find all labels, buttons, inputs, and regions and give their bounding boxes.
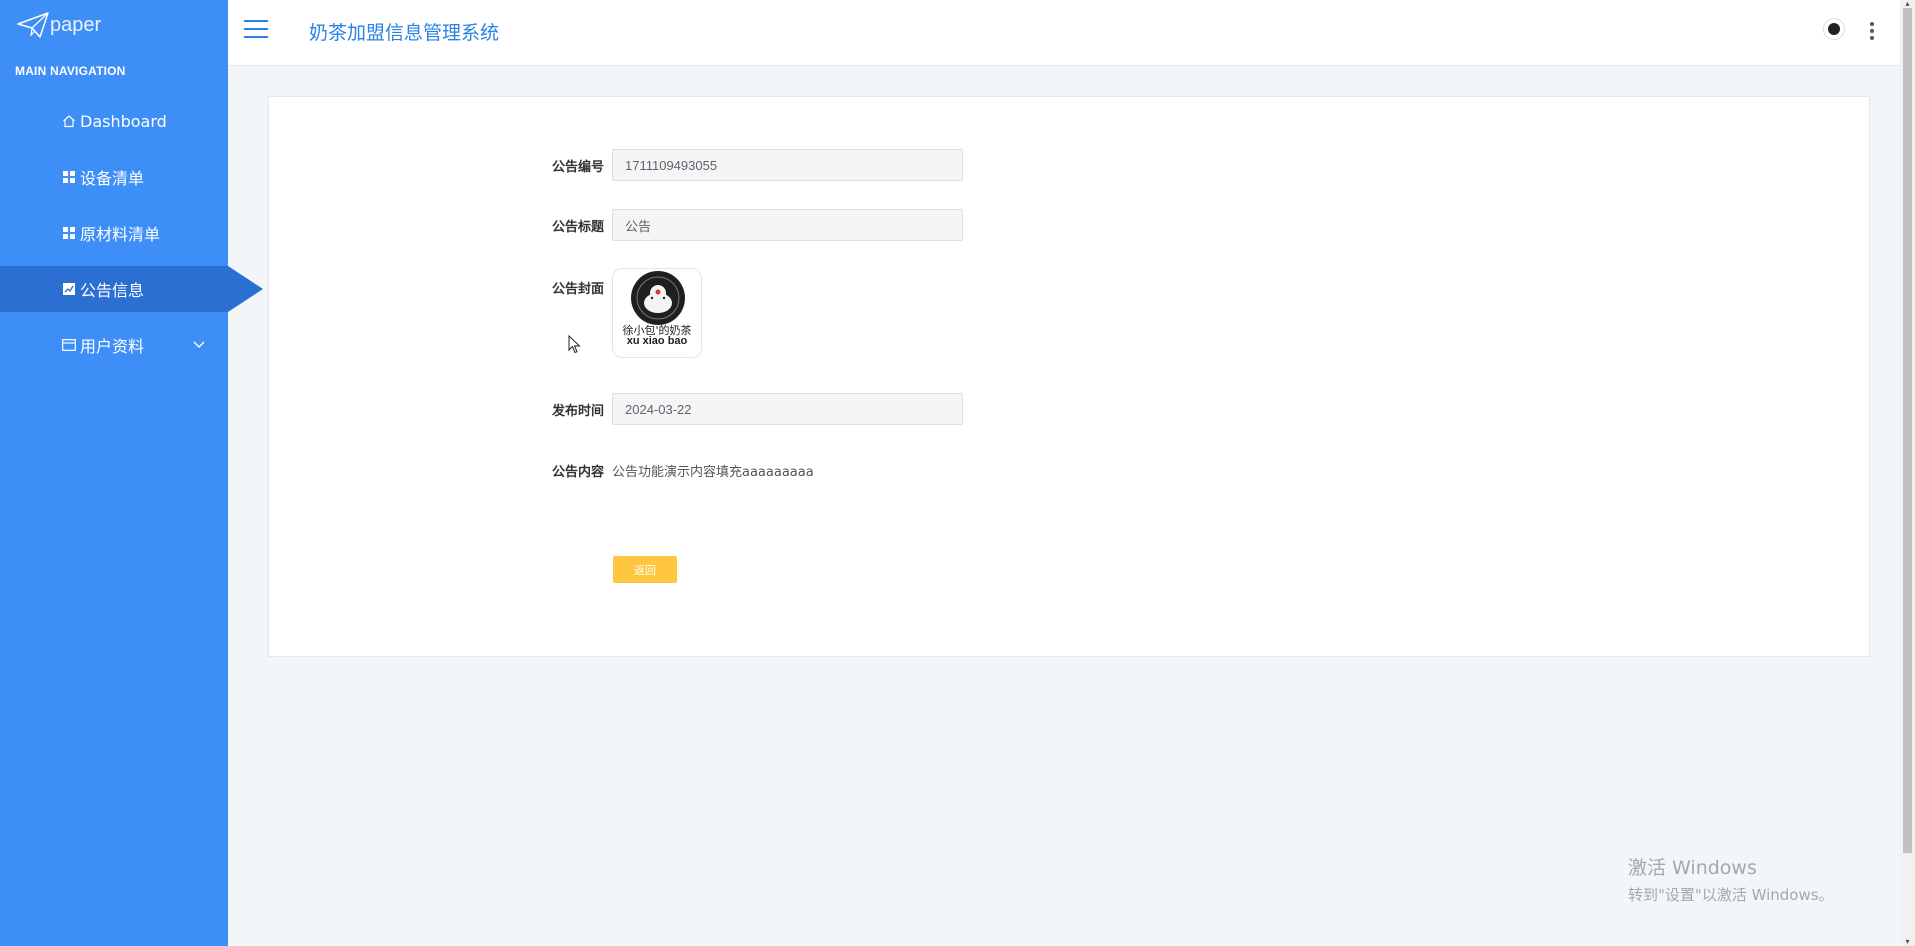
sidebar-item-announcements[interactable]: 公告信息 — [0, 266, 263, 312]
announcement-id-input[interactable]: 1711109493055 — [612, 149, 963, 181]
scroll-down-icon[interactable]: ▾ — [1903, 938, 1912, 946]
field-announcement-id: 公告编号 1711109493055 — [544, 149, 963, 181]
vertical-scrollbar[interactable]: ▴ ▾ — [1900, 0, 1915, 946]
scroll-up-icon[interactable]: ▴ — [1903, 0, 1912, 8]
sidebar-item-dashboard[interactable]: Dashboard — [0, 98, 228, 144]
field-label: 发布时间 — [551, 403, 604, 419]
menu-toggle-icon[interactable] — [244, 20, 268, 40]
mouse-cursor-icon — [568, 335, 581, 354]
windows-activation-watermark: 激活 Windows 转到"设置"以激活 Windows。 — [1628, 853, 1834, 905]
cover-image[interactable]: 徐小包'的奶茶 xu xiao bao — [612, 268, 702, 358]
sidebar-item-materials[interactable]: 原材料清单 — [0, 210, 228, 256]
chevron-down-icon[interactable] — [192, 337, 206, 351]
home-icon — [62, 114, 76, 128]
brand-logo[interactable]: paper — [16, 10, 101, 40]
announcement-title-input[interactable]: 公告 — [612, 209, 963, 241]
field-label: 公告内容 — [551, 465, 604, 480]
paper-plane-icon — [17, 12, 49, 38]
field-label: 公告编号 — [551, 159, 604, 175]
chart-icon — [62, 282, 76, 296]
back-button[interactable]: 返回 — [613, 556, 677, 583]
grid-icon — [62, 226, 76, 240]
nav-heading: MAIN NAVIGATION — [15, 64, 126, 78]
watermark-subtitle: 转到"设置"以激活 Windows。 — [1628, 886, 1834, 904]
sidebar: paper MAIN NAVIGATION Dashboard 设备清单 原材料… — [0, 0, 263, 946]
scrollbar-thumb[interactable] — [1903, 8, 1912, 853]
sidebar-item-devices[interactable]: 设备清单 — [0, 154, 228, 200]
avatar[interactable] — [1823, 18, 1845, 40]
brand-name: paper — [50, 13, 102, 36]
field-label: 公告标题 — [551, 219, 604, 235]
card-icon — [62, 338, 76, 352]
sidebar-item-label: 原材料清单 — [80, 225, 161, 244]
announcement-detail-card: 公告编号 1711109493055 公告标题 公告 公告封面 徐小包'的奶茶 … — [268, 96, 1870, 657]
system-title: 奶茶加盟信息管理系统 — [309, 22, 500, 44]
more-vertical-icon[interactable] — [1869, 22, 1875, 40]
sidebar-item-label: Dashboard — [80, 111, 167, 131]
top-header: 奶茶加盟信息管理系统 — [228, 0, 1900, 66]
sidebar-item-label: 设备清单 — [80, 169, 145, 188]
field-publish-date: 发布时间 2024-03-22 — [544, 393, 963, 425]
cover-caption-en: xu xiao bao — [626, 335, 688, 347]
grid-icon — [62, 170, 76, 184]
main-navigation: Dashboard 设备清单 原材料清单 公告信息 用户资料 — [0, 98, 263, 378]
sidebar-item-label: 用户资料 — [80, 337, 145, 356]
sidebar-item-user-profile[interactable]: 用户资料 — [0, 322, 228, 368]
field-announcement-content: 公告内容 公告功能演示内容填充aaaaaaaaa — [544, 461, 814, 480]
field-announcement-title: 公告标题 公告 — [544, 209, 963, 241]
watermark-title: 激活 Windows — [1628, 857, 1757, 879]
announcement-content-text: 公告功能演示内容填充aaaaaaaaa — [612, 465, 814, 480]
sidebar-item-label: 公告信息 — [80, 281, 145, 300]
field-label: 公告封面 — [551, 282, 604, 297]
publish-date-input[interactable]: 2024-03-22 — [612, 393, 963, 425]
